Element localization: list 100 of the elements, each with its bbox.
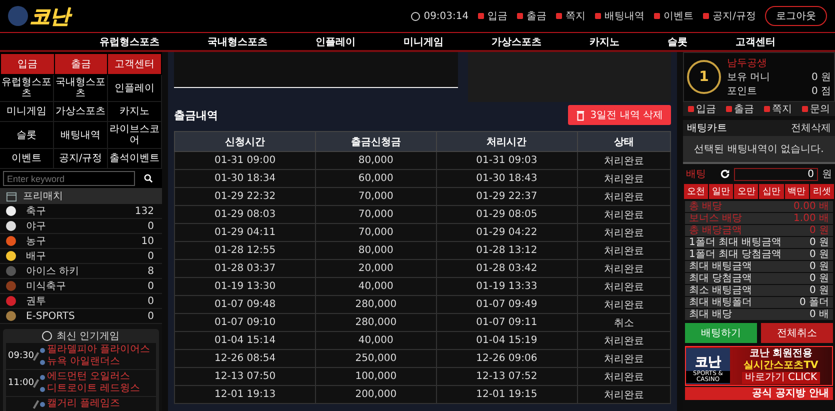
table-cell: 70,000 [316, 206, 436, 224]
account-action[interactable]: 입금 [688, 102, 716, 116]
table-cell: 01-31 09:00 [174, 152, 316, 170]
quick-button[interactable]: 입금 [1, 54, 54, 74]
site-logo[interactable]: 코난 [30, 2, 70, 30]
bet-amount-field[interactable]: 0 [734, 168, 818, 180]
table-cell: 01-07 09:48 [174, 296, 316, 314]
table-cell: 처리완료 [577, 332, 670, 350]
sport-item[interactable]: 권투 0 [0, 294, 162, 309]
table-cell: 01-28 03:37 [174, 260, 316, 278]
sport-item[interactable]: 축구 132 [0, 204, 162, 219]
menu-item[interactable]: 가상스포츠 [54, 102, 108, 122]
amount-chip[interactable]: 리셋 [810, 184, 834, 199]
menu-item[interactable]: 라이브스코어 [108, 122, 162, 149]
notice-banner[interactable]: 공식 공지방 안내 [685, 387, 833, 400]
game-row[interactable]: 09:30 필라델피아 플라이어스 뉴욕 아일랜더스 [6, 343, 156, 369]
table-cell: 처리완료 [577, 368, 670, 386]
bet-stat-row: 최대 당첨금액 0 원 [685, 273, 833, 284]
sport-item[interactable]: E-SPORTS 0 [0, 309, 162, 324]
table-cell: 01-29 08:03 [174, 206, 316, 224]
table-cell: 처리완료 [577, 206, 670, 224]
top-link[interactable]: 배팅내역 [594, 9, 645, 23]
nav-link[interactable]: 카지노 [590, 34, 620, 48]
search-field[interactable]: Enter keyword [3, 171, 135, 186]
table-cell: 취소 [577, 314, 670, 332]
quick-button[interactable]: 출금 [54, 54, 108, 74]
table-cell: 60,000 [316, 170, 436, 188]
delete-history-button[interactable]: 3일전 내역 삭제 [568, 105, 671, 125]
bet-label: 배팅 [686, 168, 707, 181]
sport-item[interactable]: 농구 10 [0, 234, 162, 249]
menu-item[interactable]: 유럽형스포츠 [0, 75, 54, 102]
logout-button[interactable]: 로그아웃 [765, 6, 827, 26]
refresh-icon[interactable] [720, 169, 730, 179]
table-cell: 12-26 09:06 [436, 350, 578, 368]
table-cell: 12-13 07:52 [436, 368, 578, 386]
table-cell: 처리완료 [577, 296, 670, 314]
table-cell: 처리완료 [577, 170, 670, 188]
top-link[interactable]: 쪽지 [556, 9, 586, 23]
rank-medal: 1 [687, 60, 721, 94]
top-link[interactable]: 공지/규정 [702, 9, 756, 23]
bet-stat-row: 총 배당금액 0 원 [685, 225, 833, 236]
account-action[interactable]: 출금 [726, 102, 754, 116]
amount-chip[interactable]: 십만 [759, 184, 784, 199]
game-row[interactable]: 11:00 에드먼턴 오일러스 디트로이트 레드윙스 [6, 370, 156, 396]
table-cell: 01-30 18:34 [174, 170, 316, 188]
menu-item[interactable]: 국내형스포츠 [54, 75, 108, 102]
menu-item[interactable]: 인플레이 [108, 75, 162, 102]
sport-item[interactable]: 아이스 하키 8 [0, 264, 162, 279]
amount-chip[interactable]: 일만 [709, 184, 734, 199]
hockey-stick-icon [32, 400, 40, 408]
bet-stat-row: 1폴더 최대 배팅금액 0 원 [685, 237, 833, 248]
search-icon[interactable] [144, 174, 153, 183]
nav-link[interactable]: 가상스포츠 [492, 34, 542, 48]
place-bet-button[interactable]: 배팅하기 [685, 323, 757, 343]
clock-icon [410, 12, 420, 20]
mascot-avatar [8, 6, 28, 26]
table-cell: 처리완료 [577, 224, 670, 242]
nav-link[interactable]: 미니게임 [404, 34, 444, 48]
bet-unit: 원 [822, 168, 832, 181]
bet-stat-row: 최대 배팅금액 0 원 [685, 261, 833, 272]
quick-button[interactable]: 고객센터 [108, 54, 161, 74]
top-link[interactable]: 이벤트 [654, 9, 694, 23]
clear-all-link[interactable]: 전체삭제 [791, 121, 831, 135]
trash-icon [576, 110, 586, 120]
amount-chip[interactable]: 백만 [784, 184, 809, 199]
table-cell: 01-07 09:49 [436, 296, 578, 314]
nav-link[interactable]: 유럽형스포츠 [100, 34, 160, 48]
amount-chip[interactable]: 오천 [684, 184, 708, 199]
table-cell: 처리완료 [577, 152, 670, 170]
menu-item[interactable]: 슬롯 [0, 122, 54, 149]
sport-item[interactable]: 야구 0 [0, 219, 162, 234]
account-action[interactable]: 문의 [802, 102, 830, 116]
account-action[interactable]: 쪽지 [764, 102, 792, 116]
menu-item[interactable]: 카지노 [108, 102, 162, 122]
nav-link[interactable]: 슬롯 [668, 34, 688, 48]
prematch-label: 프리매치 [23, 190, 63, 203]
prematch-header[interactable]: 프리매치 [0, 188, 162, 204]
team-name: 에드먼턴 오일러스 [40, 371, 140, 383]
nav-link[interactable]: 인플레이 [316, 34, 356, 48]
table-cell: 12-01 19:15 [436, 386, 578, 404]
table-cell: 01-29 08:05 [436, 206, 578, 224]
table-cell: 01-29 22:37 [436, 188, 578, 206]
table-cell: 01-04 15:14 [174, 332, 316, 350]
top-link[interactable]: 입금 [478, 9, 508, 23]
menu-item[interactable]: 미니게임 [0, 102, 54, 122]
table-cell: 280,000 [316, 296, 436, 314]
table-cell: 01-28 13:12 [436, 242, 578, 260]
bet-stat-row: 총 배당 0.00 배 [685, 201, 833, 212]
table-cell: 01-28 12:55 [174, 242, 316, 260]
game-row[interactable]: 캘거리 플레임즈 [6, 397, 156, 411]
sport-item[interactable]: 미식축구 0 [0, 279, 162, 294]
cancel-all-button[interactable]: 전체취소 [761, 323, 833, 343]
table-cell: 40,000 [316, 332, 436, 350]
nav-link[interactable]: 고객센터 [736, 34, 776, 48]
menu-item[interactable]: 배팅내역 [54, 122, 108, 149]
table-cell: 처리완료 [577, 188, 670, 206]
sport-item[interactable]: 배구 0 [0, 249, 162, 264]
amount-chip[interactable]: 오만 [734, 184, 758, 199]
top-link[interactable]: 출금 [516, 9, 547, 23]
nav-link[interactable]: 국내형스포츠 [208, 34, 268, 48]
